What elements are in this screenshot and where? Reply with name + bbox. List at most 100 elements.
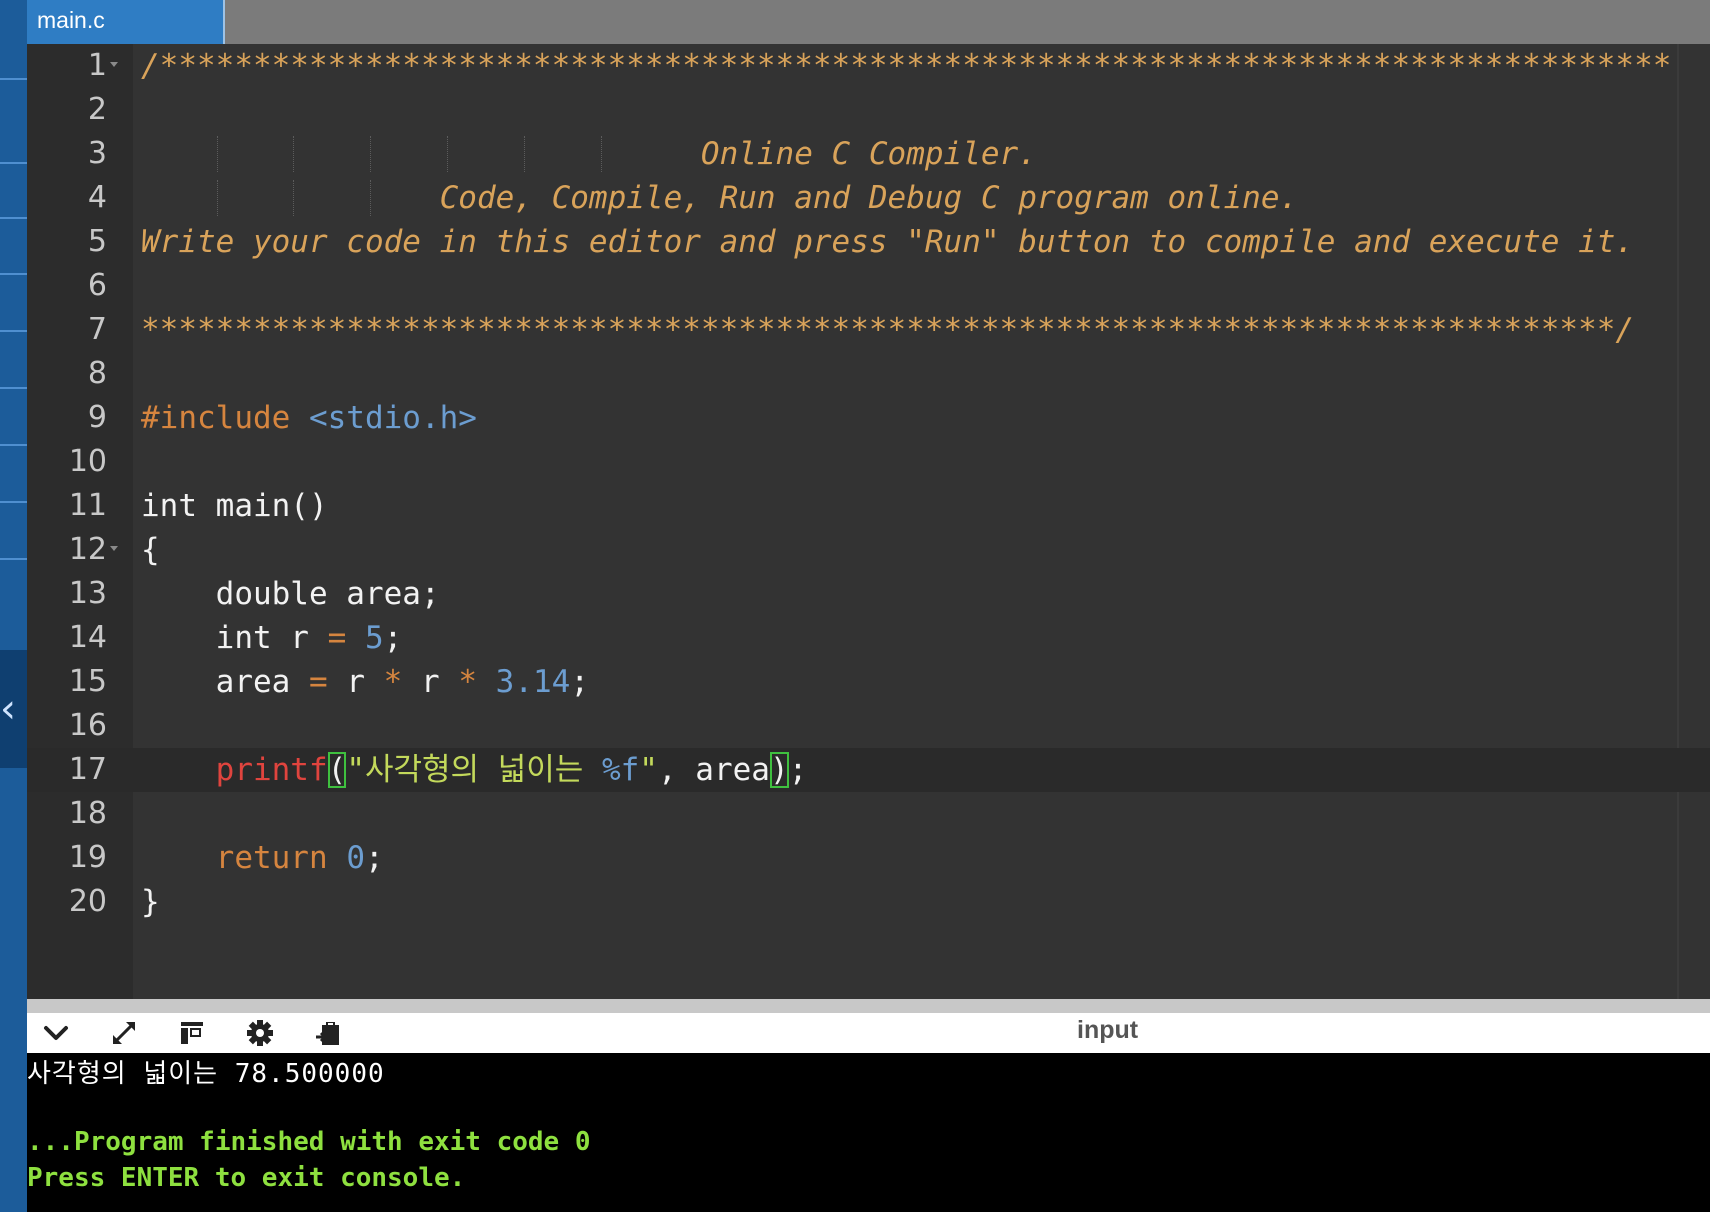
code-line-17-active[interactable]: 17 printf("사각형의 넓이는 %f", area); <box>27 748 1710 792</box>
format-specifier: %f <box>601 752 640 788</box>
line-number: 5 <box>87 224 107 259</box>
code-token: r <box>402 664 459 700</box>
output-console[interactable]: 사각형의 넓이는 78.500000 ...Program finished w… <box>27 1053 1710 1212</box>
matching-bracket: ) <box>769 752 789 788</box>
line-number: 19 <box>68 840 107 875</box>
string-literal: "사각형의 넓이는 <box>346 752 602 788</box>
code-text: int main() <box>141 488 328 524</box>
code-token: int r <box>215 620 328 656</box>
line-number: 8 <box>87 356 107 391</box>
press-enter-message: Press ENTER to exit console. <box>27 1163 466 1193</box>
code-line-12[interactable]: 12 { <box>27 528 1710 572</box>
code-line-2[interactable]: 2 <box>27 88 1710 132</box>
code-line-8[interactable]: 8 <box>27 352 1710 396</box>
sidebar-divider <box>0 558 27 560</box>
code-text: return 0; <box>141 836 384 880</box>
code-line-5[interactable]: 5 Write your code in this editor and pre… <box>27 220 1710 264</box>
code-token: ; <box>788 752 808 788</box>
gear-icon[interactable] <box>243 1017 277 1049</box>
line-number: 20 <box>68 884 107 919</box>
matching-bracket: ( <box>327 752 347 788</box>
sidebar-divider <box>0 387 27 389</box>
comment-text: ****************************************… <box>141 312 1635 348</box>
sidebar-divider <box>0 444 27 446</box>
preprocessor-directive: #include <box>141 400 291 436</box>
comment-text: Code, Compile, Run and Debug C program o… <box>141 180 1299 216</box>
number-literal: 3.14 <box>495 664 571 700</box>
code-token: ; <box>570 664 589 700</box>
operator: * <box>383 664 403 700</box>
code-line-6[interactable]: 6 <box>27 264 1710 308</box>
line-number: 16 <box>68 708 107 743</box>
comment-text: Online C Compiler. <box>141 136 1037 172</box>
left-sidebar-strip: ‹ <box>0 0 27 1212</box>
comment-text: Write your code in this editor and press… <box>141 224 1635 260</box>
line-number: 14 <box>68 620 107 655</box>
sidebar-divider <box>0 501 27 503</box>
code-line-1[interactable]: 1 /*************************************… <box>27 44 1710 88</box>
code-line-10[interactable]: 10 <box>27 440 1710 484</box>
chevron-down-icon[interactable] <box>39 1017 73 1049</box>
code-token: ; <box>383 620 403 656</box>
code-line-14[interactable]: 14 int r = 5; <box>27 616 1710 660</box>
line-number: 15 <box>68 664 107 699</box>
sidebar-divider <box>0 330 27 332</box>
expand-icon[interactable] <box>107 1017 141 1049</box>
comment-text: /***************************************… <box>141 48 1672 84</box>
code-text: printf("사각형의 넓이는 %f", area); <box>141 748 807 792</box>
code-token: area <box>215 664 309 700</box>
chevron-left-icon: ‹ <box>0 686 16 732</box>
code-line-11[interactable]: 11 int main() <box>27 484 1710 528</box>
line-number: 13 <box>68 576 107 611</box>
fold-arrow-icon[interactable] <box>110 546 118 551</box>
code-text: #include <stdio.h> <box>141 396 477 440</box>
line-number: 6 <box>87 268 107 303</box>
code-line-19[interactable]: 19 return 0; <box>27 836 1710 880</box>
panel-resize-divider[interactable] <box>27 999 1710 1013</box>
code-line-4[interactable]: 4 Code, Compile, Run and Debug C program… <box>27 176 1710 220</box>
code-line-16[interactable]: 16 <box>27 704 1710 748</box>
line-number: 17 <box>68 752 107 787</box>
layout-icon[interactable] <box>175 1017 209 1049</box>
line-number: 1 <box>87 48 107 83</box>
code-token: a <box>751 752 770 788</box>
fold-arrow-icon[interactable] <box>110 62 118 67</box>
code-text: double area; <box>141 572 440 616</box>
clipboard-icon[interactable] <box>311 1017 345 1049</box>
code-token: double area; <box>215 576 440 612</box>
number-literal: 0 <box>346 840 365 876</box>
tab-main-c[interactable]: main.c <box>27 0 225 44</box>
line-number: 12 <box>68 532 107 567</box>
exit-message: ...Program finished with exit code 0 <box>27 1127 591 1157</box>
program-output: 사각형의 넓이는 78.500000 <box>27 1059 385 1089</box>
line-number: 11 <box>68 488 107 523</box>
sidebar-divider <box>0 162 27 164</box>
number-literal: 5 <box>364 620 384 656</box>
code-line-20[interactable]: 20 } <box>27 880 1710 924</box>
code-token: ; <box>364 840 384 876</box>
code-text: area = r * r * 3.14; <box>141 660 589 704</box>
line-number: 7 <box>87 312 107 347</box>
code-text: } <box>141 884 160 920</box>
line-number: 10 <box>68 444 107 479</box>
code-text: int r = 5; <box>141 616 403 660</box>
code-line-7[interactable]: 7 **************************************… <box>27 308 1710 352</box>
line-number: 4 <box>87 180 107 215</box>
file-tab-bar: main.c <box>27 0 1710 44</box>
sidebar-collapse-button[interactable]: ‹ <box>0 650 27 768</box>
keyword: return <box>215 840 328 876</box>
code-line-3[interactable]: 3 Online C Compiler. <box>27 132 1710 176</box>
line-number: 18 <box>68 796 107 831</box>
line-number: 9 <box>87 400 107 435</box>
code-line-9[interactable]: 9 #include <stdio.h> <box>27 396 1710 440</box>
sidebar-divider <box>0 217 27 219</box>
string-literal: " <box>639 752 658 788</box>
code-editor[interactable]: 1 /*************************************… <box>27 44 1710 999</box>
function-name: printf <box>215 752 328 788</box>
input-tab-label[interactable]: input <box>1077 1013 1138 1047</box>
line-number: 2 <box>87 92 107 127</box>
code-line-18[interactable]: 18 <box>27 792 1710 836</box>
code-line-13[interactable]: 13 double area; <box>27 572 1710 616</box>
line-number: 3 <box>87 136 107 171</box>
code-line-15[interactable]: 15 area = r * r * 3.14; <box>27 660 1710 704</box>
